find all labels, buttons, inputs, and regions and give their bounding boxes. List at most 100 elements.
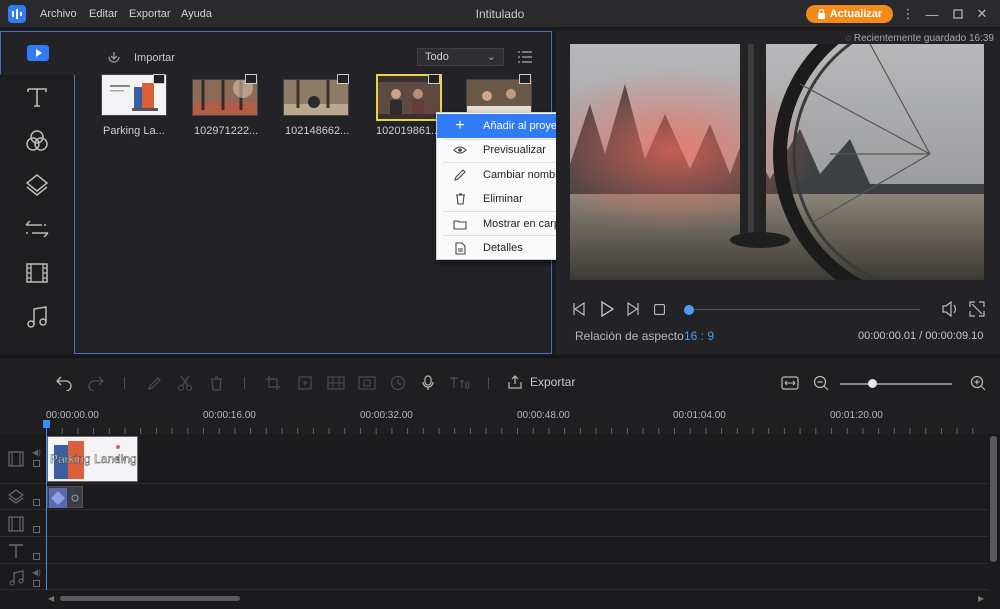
plus-icon: + — [455, 117, 465, 134]
export-icon — [508, 375, 522, 389]
folder-icon — [437, 219, 483, 230]
menu-ayuda[interactable]: Ayuda — [181, 8, 212, 20]
film-icon — [8, 451, 24, 467]
filters-icon — [26, 130, 48, 151]
crop-icon[interactable] — [264, 374, 282, 392]
tab-text[interactable] — [0, 75, 74, 119]
export-button[interactable]: Exportar — [507, 374, 575, 390]
tab-transitions[interactable] — [0, 207, 74, 251]
media-label-1: Parking La... — [103, 125, 165, 137]
document-icon — [437, 241, 483, 255]
zoom-slider[interactable] — [840, 383, 952, 385]
microphone-icon[interactable] — [419, 374, 437, 392]
lock-icon[interactable] — [33, 526, 40, 533]
ruler-tick-label: 00:00:00.00 — [46, 410, 99, 421]
video-clip[interactable]: Parking Landing — [47, 436, 138, 482]
media-label-3: 102148662... — [285, 125, 350, 137]
zoom-in-icon[interactable] — [969, 374, 987, 392]
overlay-clip[interactable] — [47, 486, 83, 508]
ruler-tick-label: 00:00:32.00 — [360, 410, 413, 421]
scissors-icon[interactable] — [176, 374, 194, 392]
redo-icon[interactable] — [87, 374, 105, 392]
export-label: Exportar — [530, 375, 576, 389]
total-time: 00:00:09.10 — [925, 330, 984, 342]
lock-icon[interactable] — [33, 499, 40, 506]
trash-icon[interactable] — [207, 374, 225, 392]
tab-music[interactable] — [0, 295, 74, 339]
video-badge-icon — [337, 74, 349, 84]
play-button[interactable] — [599, 300, 615, 320]
tab-overlays[interactable] — [0, 163, 74, 207]
time-separator: / — [916, 330, 926, 342]
next-frame-button[interactable] — [626, 301, 640, 319]
menu-exportar[interactable]: Exportar — [129, 8, 171, 20]
text-to-speech-icon[interactable] — [449, 374, 471, 392]
speed-icon[interactable] — [389, 374, 407, 392]
list-view-icon[interactable] — [518, 50, 532, 67]
scroll-right-icon[interactable]: ▶ — [978, 594, 984, 603]
current-time: 00:00:00.01 — [858, 330, 917, 342]
scrubber-handle[interactable] — [684, 305, 694, 315]
video-badge-icon — [519, 74, 531, 84]
close-icon[interactable]: ✕ — [972, 4, 992, 24]
scroll-left-icon[interactable]: ◀ — [48, 594, 54, 603]
aspect-ratio-value[interactable]: 16 : 9 — [684, 329, 714, 343]
import-button[interactable]: Importar — [106, 51, 175, 65]
import-icon — [108, 52, 120, 63]
tab-filters[interactable] — [0, 119, 74, 163]
playback-time: 00:00:00.01 / 00:00:09.10 — [858, 330, 983, 342]
tab-elements[interactable] — [0, 251, 74, 295]
fit-timeline-icon[interactable] — [781, 374, 799, 392]
undo-icon[interactable] — [55, 374, 73, 392]
media-thumb-3[interactable] — [283, 79, 349, 116]
film-icon — [26, 263, 48, 283]
speaker-icon[interactable]: ◀) — [32, 568, 41, 577]
menu-editar[interactable]: Editar — [89, 8, 118, 20]
upgrade-button[interactable]: Actualizar — [806, 5, 893, 23]
maximize-icon[interactable] — [948, 4, 968, 24]
lock-icon[interactable] — [33, 460, 40, 467]
divider — [124, 377, 125, 389]
playhead-handle[interactable] — [43, 420, 50, 428]
media-icon — [27, 45, 49, 61]
zoom-slider-handle[interactable] — [868, 379, 877, 388]
upgrade-label: Actualizar — [829, 8, 883, 20]
playhead[interactable] — [46, 420, 47, 590]
fullscreen-icon[interactable] — [969, 301, 985, 320]
media-thumb-2[interactable] — [192, 79, 258, 116]
playback-scrubber[interactable] — [684, 309, 920, 310]
aspect-ratio-label: Relación de aspecto — [575, 329, 684, 343]
vertical-scrollbar-thumb[interactable] — [990, 436, 997, 562]
lock-icon — [817, 9, 825, 19]
volume-icon[interactable] — [941, 300, 959, 320]
video-track — [0, 434, 988, 484]
ruler-ticks — [46, 424, 988, 434]
speaker-icon[interactable]: ◀) — [32, 448, 41, 457]
media-label-4: 102019861... — [376, 125, 436, 137]
menu-archivo[interactable]: Archivo — [40, 8, 77, 20]
ctx-delete-label: Eliminar — [483, 193, 523, 205]
divider — [244, 377, 245, 389]
text-track — [0, 537, 988, 564]
stop-button[interactable] — [653, 303, 666, 318]
media-thumb-5[interactable] — [466, 79, 532, 116]
freeze-frame-icon[interactable] — [358, 374, 376, 392]
check-circle-icon: ◌ — [845, 33, 852, 44]
minimize-icon[interactable]: — — [922, 4, 942, 24]
lock-icon[interactable] — [33, 553, 40, 560]
zoom-frame-icon[interactable] — [296, 374, 314, 392]
import-label: Importar — [134, 52, 175, 64]
previous-frame-button[interactable] — [572, 301, 586, 319]
media-filter-select[interactable]: Todo ⌄ — [417, 48, 504, 66]
horizontal-scrollbar-thumb[interactable] — [60, 596, 240, 601]
ctx-details-label: Detalles — [483, 242, 523, 254]
mosaic-icon[interactable] — [327, 374, 345, 392]
lock-icon[interactable] — [33, 580, 40, 587]
more-options-icon[interactable]: ⋮ — [898, 4, 918, 24]
edit-icon[interactable] — [146, 374, 164, 392]
autosave-text: Recientemente guardado 16:39 — [853, 33, 994, 44]
tab-media[interactable] — [0, 31, 75, 75]
zoom-out-icon[interactable] — [812, 374, 830, 392]
preview-panel: ◌ Recientemente guardado 16:39 — [556, 31, 1000, 354]
autosave-status: ◌ Recientemente guardado 16:39 — [845, 33, 994, 44]
